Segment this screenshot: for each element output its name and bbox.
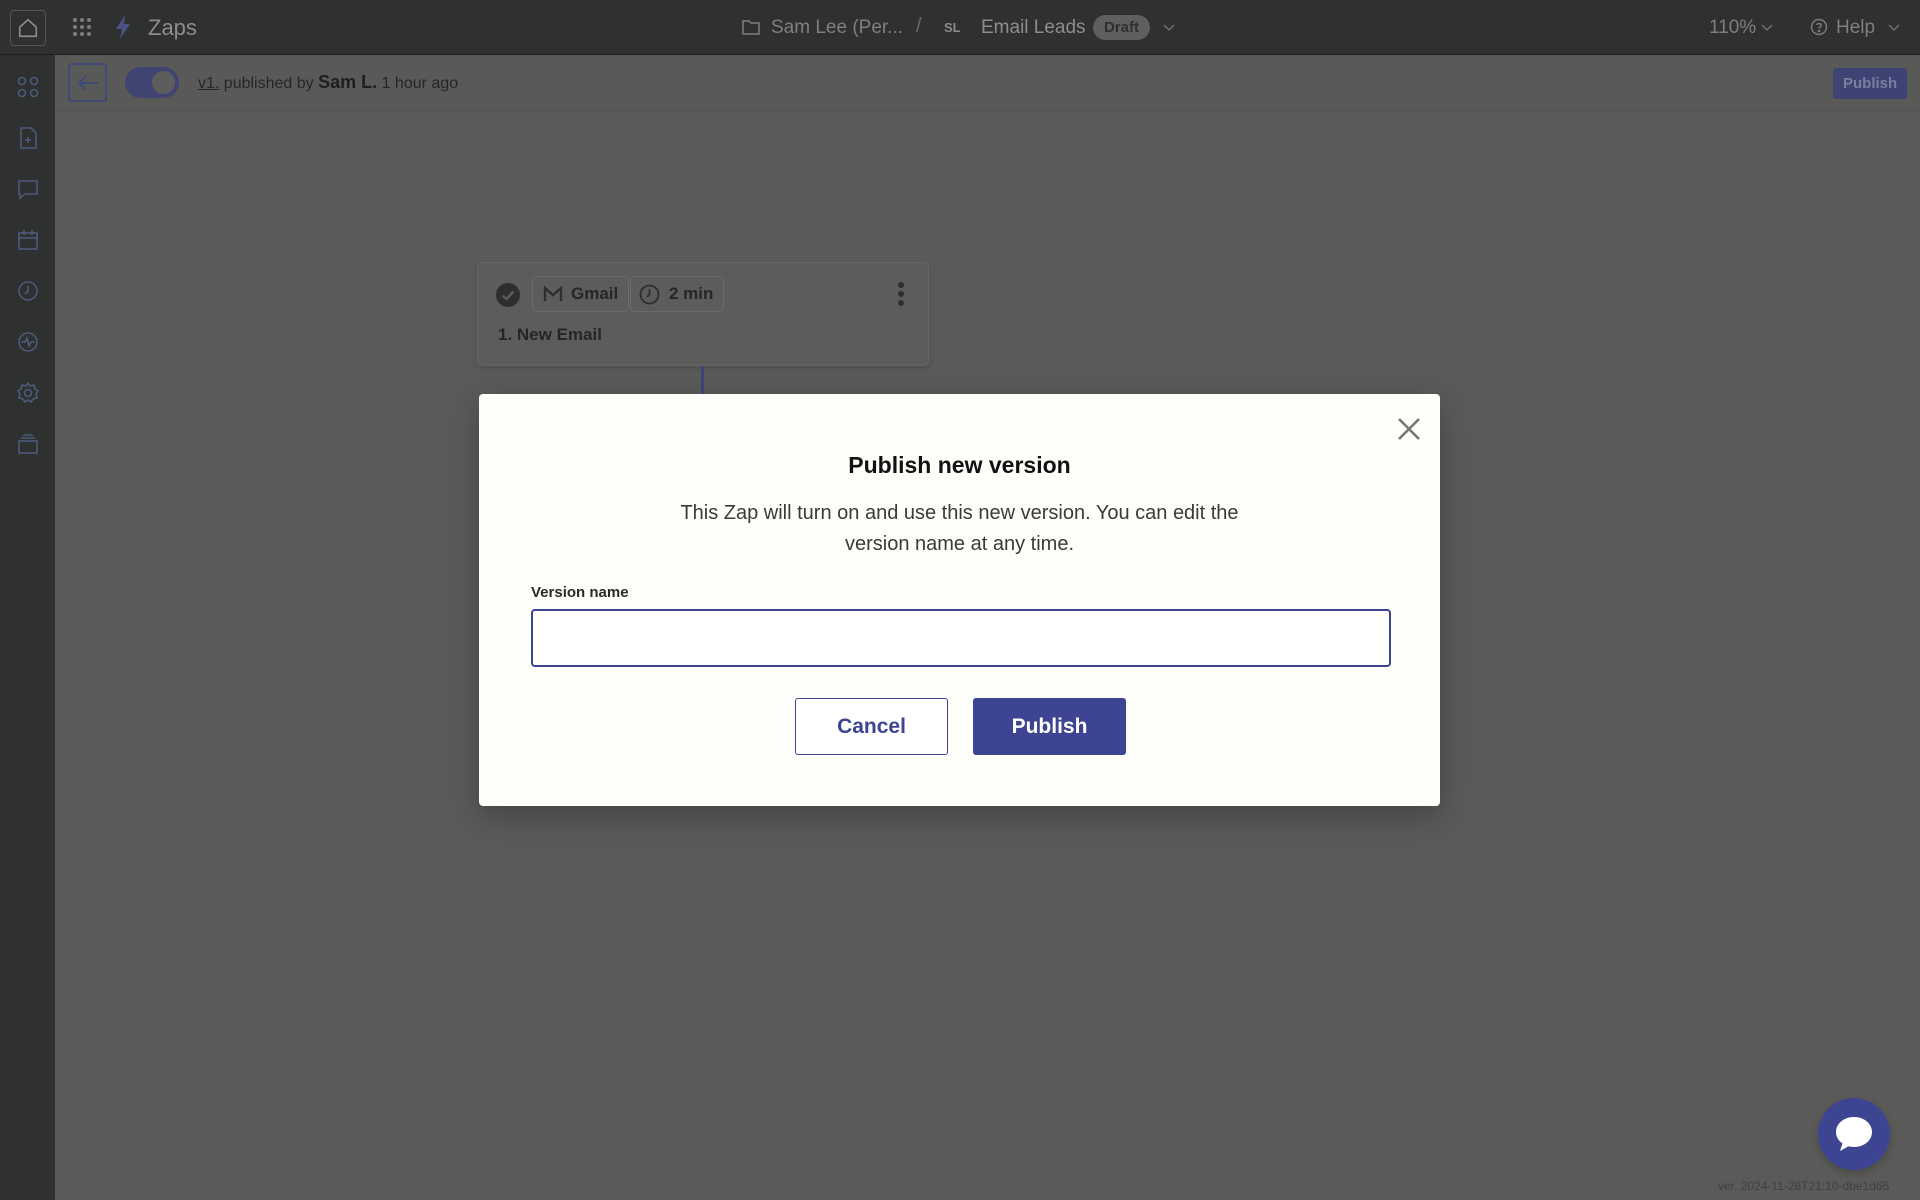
back-button[interactable] bbox=[68, 63, 107, 102]
publish-dialog: Publish new version This Zap will turn o… bbox=[479, 394, 1440, 806]
version-link[interactable]: v1. bbox=[198, 75, 219, 92]
folder-icon bbox=[742, 20, 760, 35]
app-title[interactable]: Zaps bbox=[148, 15, 197, 41]
dialog-title: Publish new version bbox=[848, 452, 1071, 478]
help-icon[interactable] bbox=[1810, 18, 1828, 36]
history-icon[interactable] bbox=[16, 279, 40, 303]
home-icon bbox=[18, 18, 38, 38]
zoom-chevron-down-icon[interactable] bbox=[1760, 20, 1774, 34]
layers-icon[interactable] bbox=[16, 432, 40, 456]
status-badge: Draft bbox=[1093, 15, 1151, 40]
duration-chip: 2 min bbox=[630, 276, 725, 312]
version-name-input[interactable] bbox=[531, 609, 1391, 667]
cancel-button[interactable]: Cancel bbox=[795, 698, 948, 755]
clock-icon bbox=[639, 284, 660, 305]
zoom-level[interactable]: 110% bbox=[1709, 17, 1756, 39]
publish-button-top[interactable]: Publish bbox=[1833, 68, 1908, 99]
published-by-text: published by bbox=[223, 75, 314, 92]
version-info: v1. published by Sam L. 1 hour ago bbox=[198, 72, 458, 93]
chevron-down-icon[interactable] bbox=[1162, 20, 1176, 34]
breadcrumb-folder[interactable]: Sam Lee (Per... bbox=[771, 17, 903, 39]
step-title: 1. New Email bbox=[498, 325, 602, 344]
bolt-icon bbox=[116, 15, 130, 39]
settings-icon[interactable] bbox=[16, 381, 40, 405]
owner-initials: SL bbox=[944, 20, 961, 35]
more-vertical-icon[interactable] bbox=[897, 281, 905, 307]
version-name-label: Version name bbox=[531, 584, 629, 601]
calendar-icon[interactable] bbox=[16, 228, 40, 252]
zap-toggle[interactable] bbox=[125, 67, 179, 98]
publisher-name: Sam L. bbox=[318, 72, 378, 92]
toggle-knob bbox=[152, 71, 175, 94]
chat-icon[interactable] bbox=[16, 177, 40, 201]
chat-bubble-icon bbox=[1836, 1117, 1872, 1151]
apps-grid-icon[interactable] bbox=[72, 17, 92, 37]
published-time: 1 hour ago bbox=[381, 75, 459, 92]
left-sidebar bbox=[0, 55, 55, 1200]
app-chip[interactable]: Gmail bbox=[532, 276, 630, 312]
breadcrumb-separator: / bbox=[916, 15, 922, 37]
version-bar: v1. published by Sam L. 1 hour ago Publi… bbox=[55, 55, 1920, 111]
app-name: Gmail bbox=[571, 284, 619, 303]
build-version: ver. 2024-11-28T21:10-dbe1d65 bbox=[1718, 1179, 1890, 1193]
support-chat-button[interactable] bbox=[1818, 1098, 1890, 1170]
check-circle-icon bbox=[496, 283, 520, 307]
arrow-left-icon bbox=[77, 74, 98, 91]
activity-icon[interactable] bbox=[16, 330, 40, 354]
help-chevron-down-icon[interactable] bbox=[1887, 20, 1901, 34]
file-icon[interactable] bbox=[16, 126, 40, 150]
apps-icon[interactable] bbox=[16, 75, 40, 99]
duration-text: 2 min bbox=[669, 284, 714, 303]
close-icon[interactable] bbox=[1396, 416, 1422, 442]
publish-button[interactable]: Publish bbox=[973, 698, 1126, 755]
step-connector bbox=[701, 366, 704, 394]
dialog-description: This Zap will turn on and use this new v… bbox=[680, 502, 1239, 555]
zap-name[interactable]: Email Leads bbox=[981, 17, 1086, 39]
trigger-step-card[interactable]: Gmail 2 min 1. New Email bbox=[477, 262, 929, 366]
gmail-icon bbox=[543, 286, 563, 301]
home-button[interactable] bbox=[10, 10, 46, 46]
top-bar: Zaps Sam Lee (Per... / SL Email Leads Dr… bbox=[0, 0, 1920, 55]
help-menu[interactable]: Help bbox=[1836, 17, 1875, 39]
